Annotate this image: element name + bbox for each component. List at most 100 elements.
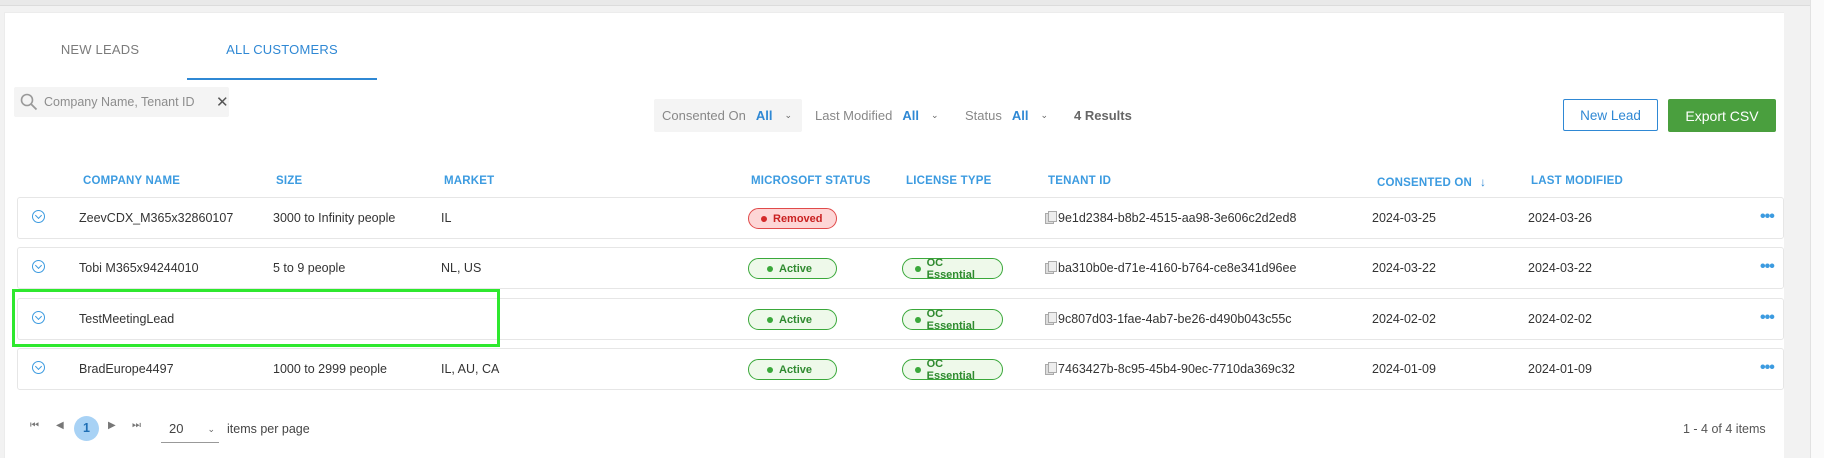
license-text: OC Essential — [926, 357, 975, 382]
cell-company: Tobi M365x94244010 — [79, 261, 199, 275]
column-header-last-modified[interactable]: LAST MODIFIED — [1531, 175, 1623, 187]
search-input[interactable] — [44, 92, 204, 112]
license-badge: OC Essential — [902, 307, 1003, 332]
more-options-icon[interactable]: ••• — [1760, 309, 1775, 327]
tab-all-customers[interactable]: ALL CUSTOMERS — [187, 42, 377, 80]
status-text: Active — [779, 363, 813, 376]
per-page-label: items per page — [227, 422, 310, 436]
items-count: 1 - 4 of 4 items — [1683, 422, 1766, 436]
cell-consented-on: 2024-03-22 — [1372, 261, 1436, 275]
next-page-icon[interactable]: ▶ — [108, 420, 116, 431]
more-options-icon[interactable]: ••• — [1760, 208, 1775, 226]
scrollbar[interactable] — [1810, 0, 1824, 458]
column-header-company[interactable]: COMPANY NAME — [83, 175, 180, 187]
filter-consented-label: Consented On — [662, 108, 746, 123]
status-badge: Active — [748, 258, 837, 279]
column-header-size[interactable]: SIZE — [276, 175, 302, 187]
filter-modified-value: All — [902, 107, 919, 123]
expand-row-icon[interactable] — [32, 260, 45, 273]
cell-tenant-id: ba310b0e-d71e-4160-b764-ce8e341d96ee — [1058, 261, 1297, 275]
license-dot — [915, 265, 921, 272]
cell-company: TestMeetingLead — [79, 312, 175, 326]
last-page-icon[interactable]: ⏭ — [132, 420, 141, 431]
copy-icon[interactable] — [1045, 261, 1057, 274]
chevron-down-icon: ⌄ — [784, 110, 793, 120]
cell-market: IL, AU, CA — [441, 362, 500, 376]
column-header-consented-on[interactable]: CONSENTED ON ↓ — [1377, 175, 1486, 189]
cell-last-modified: 2024-01-09 — [1528, 362, 1592, 376]
column-header-tenant-id[interactable]: TENANT ID — [1048, 175, 1111, 187]
cell-tenant-id: 9c807d03-1fae-4ab7-be26-d490b043c55c — [1058, 312, 1292, 326]
cell-tenant-id: 7463427b-8c95-45b4-90ec-7710da369c32 — [1058, 362, 1296, 376]
filter-modified-label: Last Modified — [815, 107, 893, 123]
clear-search-icon[interactable]: ✕ — [216, 93, 229, 111]
top-strip — [0, 0, 1810, 6]
license-dot — [915, 316, 921, 323]
table-row[interactable]: TestMeetingLead Active OC Essential 9c80… — [17, 298, 1784, 340]
table-row[interactable]: ZeevCDX_M365x32860107 3000 to Infinity p… — [17, 197, 1784, 239]
license-dot — [915, 366, 921, 373]
sort-down-icon: ↓ — [1480, 175, 1487, 189]
cell-company: ZeevCDX_M365x32860107 — [79, 211, 234, 225]
column-header-microsoft-status[interactable]: MICROSOFT STATUS — [751, 175, 871, 187]
cell-last-modified: 2024-02-02 — [1528, 312, 1592, 326]
status-dot — [767, 265, 773, 272]
filter-status[interactable]: Status All ⌄ — [965, 99, 1048, 131]
expand-row-icon[interactable] — [32, 210, 45, 223]
status-dot — [767, 366, 773, 373]
first-page-icon[interactable]: ⏮ — [30, 420, 39, 431]
cell-last-modified: 2024-03-22 — [1528, 261, 1592, 275]
export-csv-button[interactable]: Export CSV — [1668, 99, 1776, 132]
table-row[interactable]: Tobi M365x94244010 5 to 9 people NL, US … — [17, 247, 1784, 289]
filter-consented-on[interactable]: Consented On All ⌄ — [654, 99, 802, 132]
per-page-select[interactable]: 20 ⌄ — [161, 415, 219, 443]
license-badge: OC Essential — [902, 357, 1003, 382]
license-text: OC Essential — [926, 307, 975, 332]
search-icon — [20, 93, 38, 111]
table-row[interactable]: BradEurope4497 1000 to 2999 people IL, A… — [17, 348, 1784, 390]
copy-icon[interactable] — [1045, 362, 1057, 375]
cell-company: BradEurope4497 — [79, 362, 174, 376]
status-text: Active — [779, 313, 813, 326]
column-header-consented-label: CONSENTED ON — [1377, 177, 1473, 189]
status-text: Removed — [773, 212, 823, 225]
filter-status-label: Status — [965, 107, 1002, 123]
cell-last-modified: 2024-03-26 — [1528, 211, 1592, 225]
cell-market: NL, US — [441, 261, 482, 275]
status-text: Active — [779, 262, 813, 275]
cell-size: 3000 to Infinity people — [273, 211, 396, 225]
per-page-value: 20 — [169, 421, 184, 436]
license-badge: OC Essential — [902, 257, 1003, 281]
more-options-icon[interactable]: ••• — [1760, 258, 1775, 276]
new-lead-button[interactable]: New Lead — [1563, 99, 1658, 131]
filter-status-value: All — [1011, 107, 1029, 123]
cell-tenant-id: 9e1d2384-b8b2-4515-aa98-3e606c2d2ed8 — [1058, 211, 1297, 225]
search-box: ✕ — [14, 87, 229, 117]
cell-consented-on: 2024-01-09 — [1372, 362, 1436, 376]
page-number-current[interactable]: 1 — [74, 416, 99, 441]
cell-consented-on: 2024-02-02 — [1372, 312, 1436, 326]
cell-consented-on: 2024-03-25 — [1372, 211, 1436, 225]
cell-size: 5 to 9 people — [273, 261, 346, 275]
copy-icon[interactable] — [1045, 312, 1057, 325]
cell-market: IL — [441, 211, 452, 225]
tab-new-leads[interactable]: NEW LEADS — [7, 42, 193, 80]
results-count: 4 Results — [1074, 108, 1132, 123]
expand-row-icon[interactable] — [32, 311, 45, 324]
filter-consented-value: All — [755, 108, 773, 123]
status-badge: Active — [748, 359, 837, 380]
status-badge: Active — [748, 309, 837, 330]
copy-icon[interactable] — [1045, 211, 1057, 224]
more-options-icon[interactable]: ••• — [1760, 359, 1775, 377]
expand-row-icon[interactable] — [32, 361, 45, 374]
column-header-market[interactable]: MARKET — [444, 175, 494, 187]
column-header-license-type[interactable]: LICENSE TYPE — [906, 175, 991, 187]
filter-last-modified[interactable]: Last Modified All ⌄ — [815, 99, 939, 131]
prev-page-icon[interactable]: ◀ — [56, 420, 64, 431]
cell-size: 1000 to 2999 people — [273, 362, 387, 376]
status-badge: Removed — [748, 208, 837, 229]
status-dot — [761, 215, 767, 222]
chevron-down-icon: ⌄ — [930, 109, 939, 120]
chevron-down-icon: ⌄ — [1040, 109, 1049, 120]
status-dot — [767, 316, 773, 323]
